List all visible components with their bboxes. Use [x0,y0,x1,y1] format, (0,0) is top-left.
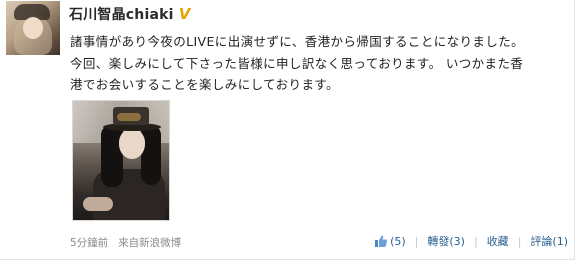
repost-label: 轉發 [427,235,450,248]
weibo-post-card: 石川智晶chiaki V 諸事情があり今夜のLIVEに出演せずに、香港から帰国す… [0,0,575,260]
post-source-link[interactable]: 來自新浪微博 [118,235,181,250]
post-text-line: 港でお会いすることを楽しみにしております。 [70,77,339,92]
username-row: 石川智晶chiaki V [69,4,192,24]
comment-button[interactable]: 評論 (1) [530,233,568,249]
action-separator: | [473,234,478,248]
favorite-button[interactable]: 收藏 [487,233,509,249]
post-text-line: 諸事情があり今夜のLIVEに出演せずに、香港から帰国することになりました。 [70,34,525,49]
photo-hand [83,197,113,211]
action-separator: | [414,234,419,248]
repost-count: (3) [449,234,465,248]
post-actions: (5) | 轉發 (3) | 收藏 | 評論 (1) [374,233,568,249]
comment-label: 評論 [530,235,553,248]
post-timestamp-link[interactable]: 5分鐘前 [70,235,108,250]
like-button[interactable]: (5) [374,234,406,248]
action-separator: | [517,234,522,248]
post-image-thumbnail[interactable] [72,100,170,221]
like-count: (5) [390,234,406,248]
username-link[interactable]: 石川智晶chiaki [69,4,174,24]
photo-face [119,129,145,159]
post-text-line: 今回、楽しみにして下さった皆様に申し訳なく思っております。 いつかまた香 [70,55,524,71]
avatar-face [23,17,43,39]
favorite-label: 收藏 [486,235,509,248]
post-text: 諸事情があり今夜のLIVEに出演せずに、香港から帰国することになりました。 今回… [70,31,570,96]
photo-hair-right [141,125,161,185]
user-avatar[interactable] [6,1,60,55]
post-meta: 5分鐘前 來自新浪微博 [70,235,181,249]
photo-goggles [117,113,141,121]
photo-hair-left [101,125,123,187]
thumbs-up-icon [375,235,388,247]
verified-badge-icon[interactable]: V [178,5,192,23]
repost-button[interactable]: 轉發 (3) [427,233,465,249]
comment-count: (1) [552,234,568,248]
